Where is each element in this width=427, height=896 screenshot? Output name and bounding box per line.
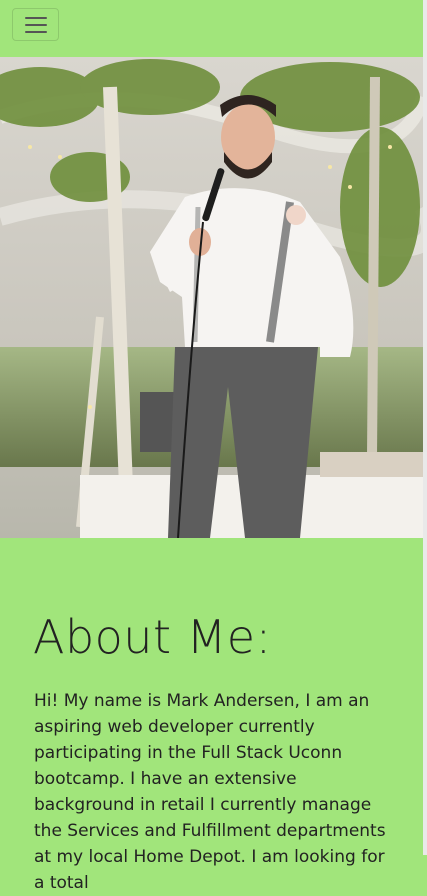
hamburger-menu-icon: [24, 16, 47, 19]
navbar: [0, 0, 423, 57]
scrollbar[interactable]: [423, 0, 427, 855]
hamburger-menu-icon: [24, 30, 47, 33]
about-heading: About Me:: [33, 610, 272, 664]
about-text: Hi! My name is Mark Andersen, I am an as…: [34, 691, 386, 893]
profile-photo: [0, 57, 423, 538]
hamburger-menu-icon: [24, 23, 47, 26]
about-section: About Me: Hi! My name is Mark Andersen, …: [0, 538, 423, 893]
navbar-toggle-button[interactable]: [12, 8, 59, 41]
